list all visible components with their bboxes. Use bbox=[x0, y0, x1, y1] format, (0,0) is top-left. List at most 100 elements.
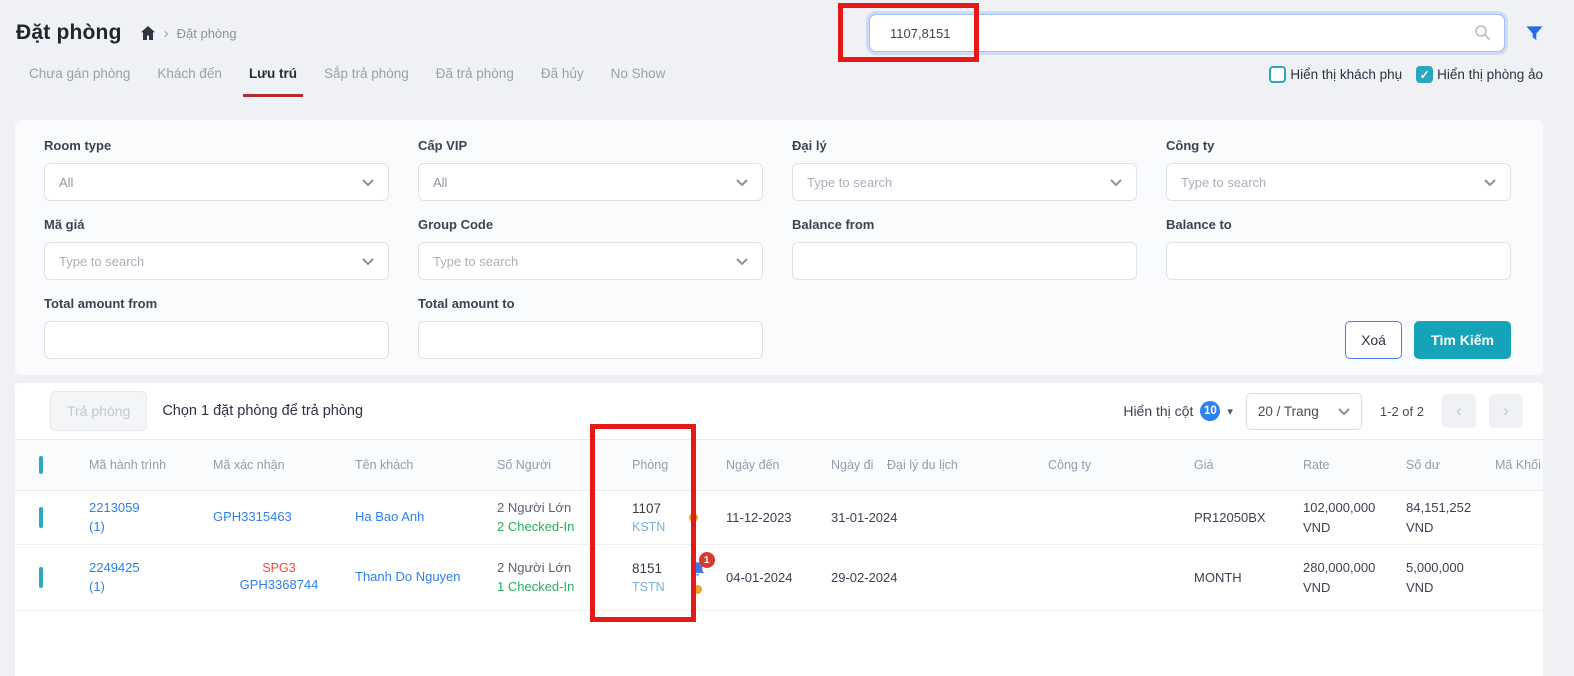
price-code: PR12050BX bbox=[1150, 510, 1260, 525]
select-all-checkbox[interactable] bbox=[39, 456, 43, 474]
table-row: 2213059 (1) GPH3315463 Ha Bao Anh 2 Ngườ… bbox=[15, 491, 1543, 545]
field-label: Room type bbox=[44, 138, 389, 153]
vip-level-select[interactable]: All bbox=[418, 163, 763, 201]
itinerary-link[interactable]: 2213059 bbox=[89, 499, 205, 518]
columns-count-badge: 10 bbox=[1200, 401, 1220, 421]
chevron-right-icon: › bbox=[1503, 401, 1509, 421]
search-input[interactable] bbox=[869, 14, 1505, 52]
guest-link[interactable]: Thanh Do Nguyen bbox=[355, 569, 461, 584]
status-tabs: Chưa gán phòng Khách đến Lưu trú Sắp trả… bbox=[23, 62, 671, 97]
rate-currency: VND bbox=[1303, 518, 1365, 538]
chevron-down-icon bbox=[1110, 175, 1122, 190]
tab-no-show[interactable]: No Show bbox=[605, 62, 672, 97]
caret-down-icon: ▾ bbox=[1227, 405, 1233, 418]
columns-dropdown[interactable]: Hiển thị cột 10 ▾ bbox=[1123, 401, 1233, 421]
table-toolbar: Trả phòng Chọn 1 đặt phòng để trả phòng … bbox=[15, 383, 1543, 439]
balance-from-input[interactable] bbox=[792, 242, 1137, 280]
tab-da-huy[interactable]: Đã hủy bbox=[535, 62, 590, 97]
group-code-select[interactable]: Type to search bbox=[418, 242, 763, 280]
tab-sap-tra-phong[interactable]: Sắp trả phòng bbox=[318, 62, 415, 97]
breadcrumb: › Đặt phòng bbox=[140, 25, 237, 41]
col-header-itinerary: Mã hành trình bbox=[79, 458, 205, 472]
next-page-button[interactable]: › bbox=[1489, 394, 1523, 428]
field-label: Total amount from bbox=[44, 296, 389, 311]
col-header-people: Số Người bbox=[485, 458, 600, 472]
rate-amount: 102,000,000 bbox=[1303, 498, 1365, 518]
breadcrumb-chevron-icon: › bbox=[164, 26, 169, 41]
table-row: 2249425 (1) SPG3 GPH3368744 Thanh Do Ngu… bbox=[15, 545, 1543, 611]
chevron-down-icon bbox=[1484, 175, 1496, 190]
col-header-confirmation: Mã xác nhận bbox=[205, 458, 345, 472]
total-amount-to-input[interactable] bbox=[418, 321, 763, 359]
company-select[interactable]: Type to search bbox=[1166, 163, 1511, 201]
table-header-row: Mã hành trình Mã xác nhận Tên khách Số N… bbox=[15, 439, 1543, 491]
tab-chua-gan-phong[interactable]: Chưa gán phòng bbox=[23, 62, 136, 97]
guests-count: 2 Người Lớn bbox=[497, 499, 600, 518]
notification-bell-icon[interactable]: 1 bbox=[689, 561, 706, 578]
agent-select[interactable]: Type to search bbox=[792, 163, 1137, 201]
clear-button[interactable]: Xoá bbox=[1345, 321, 1402, 359]
checkout-button[interactable]: Trả phòng bbox=[50, 391, 147, 431]
itinerary-link[interactable]: 2249425 bbox=[89, 559, 205, 578]
spacer bbox=[792, 296, 1137, 359]
field-label: Cấp VIP bbox=[418, 138, 763, 153]
col-header-balance: Số dư bbox=[1365, 458, 1470, 472]
status-dot-icon bbox=[693, 585, 702, 594]
col-header-travel-agent: Đại lý du lịch bbox=[885, 458, 1020, 472]
arrival-date: 04-01-2024 bbox=[715, 570, 810, 585]
col-header-price: Giá bbox=[1150, 458, 1260, 472]
page-title: Đặt phòng bbox=[16, 21, 122, 45]
field-vip-level: Cấp VIP All bbox=[418, 138, 763, 201]
toggle-show-virtual-rooms: Hiển thị phòng ảo bbox=[1416, 66, 1543, 83]
tab-luu-tru[interactable]: Lưu trú bbox=[243, 62, 303, 97]
toggle-show-extra-guests: Hiển thị khách phụ bbox=[1269, 66, 1402, 83]
selection-hint: Chọn 1 đặt phòng để trả phòng bbox=[162, 403, 363, 419]
prev-page-button[interactable]: ‹ bbox=[1442, 394, 1476, 428]
departure-date: 31-01-2024 bbox=[810, 510, 885, 525]
rate-code-select[interactable]: Type to search bbox=[44, 242, 389, 280]
search-button[interactable]: Tìm Kiếm bbox=[1414, 321, 1511, 359]
field-label: Group Code bbox=[418, 217, 763, 232]
balance-to-input[interactable] bbox=[1166, 242, 1511, 280]
pagination-range: 1-2 of 2 bbox=[1380, 404, 1424, 419]
itinerary-note[interactable]: (1) bbox=[89, 518, 205, 537]
field-label: Đại lý bbox=[792, 138, 1137, 153]
notification-badge: 1 bbox=[699, 552, 715, 568]
search-zone bbox=[869, 14, 1544, 52]
guests-count: 2 Người Lớn bbox=[497, 559, 600, 578]
tabs-row: Chưa gán phòng Khách đến Lưu trú Sắp trả… bbox=[23, 62, 1543, 108]
field-agent: Đại lý Type to search bbox=[792, 138, 1137, 201]
room-type-code: KSTN bbox=[632, 518, 665, 536]
total-amount-from-input[interactable] bbox=[44, 321, 389, 359]
show-extra-guests-checkbox[interactable] bbox=[1269, 66, 1286, 83]
chevron-down-icon bbox=[1338, 404, 1350, 419]
breadcrumb-item[interactable]: Đặt phòng bbox=[177, 26, 237, 41]
show-virtual-rooms-checkbox[interactable] bbox=[1416, 66, 1433, 83]
page-size-select[interactable]: 20 / Trang bbox=[1246, 393, 1362, 430]
arrival-date: 11-12-2023 bbox=[715, 510, 810, 525]
filter-icon[interactable] bbox=[1525, 24, 1544, 43]
col-header-company: Công ty bbox=[1020, 458, 1150, 472]
home-icon[interactable] bbox=[140, 25, 156, 41]
field-rate-code: Mã giá Type to search bbox=[44, 217, 389, 280]
tab-khach-den[interactable]: Khách đến bbox=[151, 62, 228, 97]
chevron-down-icon bbox=[362, 175, 374, 190]
guest-link[interactable]: Ha Bao Anh bbox=[355, 509, 424, 524]
balance-amount: 5,000,000 bbox=[1406, 558, 1470, 578]
row-checkbox[interactable] bbox=[39, 567, 43, 588]
departure-date: 29-02-2024 bbox=[810, 570, 885, 585]
confirmation-link[interactable]: GPH3315463 bbox=[213, 509, 292, 524]
balance-currency: VND bbox=[1406, 518, 1470, 538]
row-checkbox[interactable] bbox=[39, 507, 43, 528]
field-label: Mã giá bbox=[44, 217, 389, 232]
confirmation-link[interactable]: GPH3368744 bbox=[213, 576, 345, 595]
filter-panel: Room type All Cấp VIP All Đại lý Type to… bbox=[15, 120, 1543, 375]
col-header-rate: Rate bbox=[1260, 458, 1365, 472]
chevron-down-icon bbox=[736, 175, 748, 190]
price-code: MONTH bbox=[1150, 570, 1260, 585]
tab-da-tra-phong[interactable]: Đã trả phòng bbox=[430, 62, 520, 97]
field-balance-from: Balance from bbox=[792, 217, 1137, 280]
itinerary-note[interactable]: (1) bbox=[89, 578, 205, 597]
room-type-select[interactable]: All bbox=[44, 163, 389, 201]
toggle-label: Hiển thị khách phụ bbox=[1290, 67, 1402, 82]
